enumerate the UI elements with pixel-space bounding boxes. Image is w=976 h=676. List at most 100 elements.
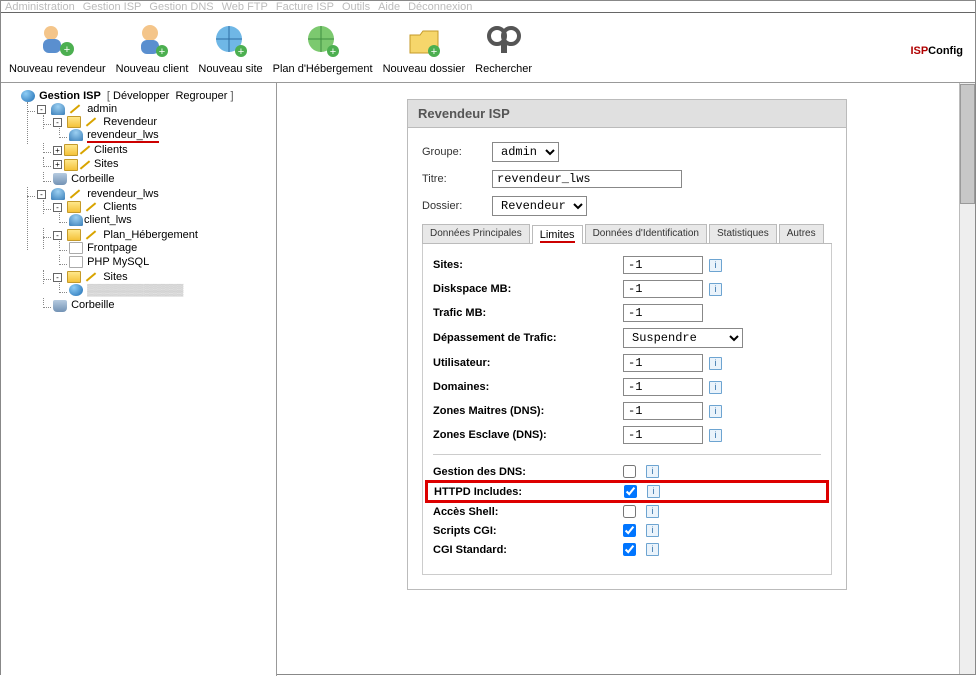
pencil-icon <box>86 118 96 127</box>
expander-icon[interactable]: - <box>53 203 62 212</box>
link-developper[interactable]: Développer <box>113 90 169 102</box>
expander-icon[interactable]: + <box>53 146 62 155</box>
diskspace-input[interactable] <box>623 280 703 298</box>
tool-plan-hebergement[interactable]: +Plan d'Hébergement <box>273 21 373 75</box>
toolbar: +Nouveau revendeur +Nouveau client +Nouv… <box>1 13 975 83</box>
utilisateur-input[interactable] <box>623 354 703 372</box>
titre-input[interactable] <box>492 170 682 188</box>
info-icon[interactable]: i <box>646 465 659 478</box>
httpd-label: HTTPD Includes: <box>434 486 624 498</box>
expander-icon[interactable]: - <box>53 273 62 282</box>
tool-nouveau-client[interactable]: +Nouveau client <box>116 21 189 75</box>
tool-rechercher[interactable]: Rechercher <box>475 21 532 75</box>
info-icon[interactable]: i <box>709 259 722 272</box>
zones-m-input[interactable] <box>623 402 703 420</box>
tree-clients-2[interactable]: Clients <box>103 201 137 213</box>
folder-icon <box>64 159 78 171</box>
tree-client-lws[interactable]: client_lws <box>84 214 132 226</box>
tree-revendeur-lws[interactable]: revendeur_lws <box>87 129 159 143</box>
titre-label: Titre: <box>422 173 492 185</box>
folder-icon <box>67 271 81 283</box>
expander-icon[interactable]: - <box>37 105 46 114</box>
tool-nouveau-revendeur[interactable]: +Nouveau revendeur <box>9 21 106 75</box>
page-icon <box>69 242 83 254</box>
httpd-highlight: HTTPD Includes: i <box>425 480 829 503</box>
group-icon <box>51 188 65 200</box>
info-icon[interactable]: i <box>647 485 660 498</box>
tree-site-item[interactable]: ▓▓▓▓▓▓▓▓▓▓▓▓ <box>87 284 183 296</box>
folder-icon <box>64 144 78 156</box>
groupe-label: Groupe: <box>422 146 492 158</box>
trafic-label: Trafic MB: <box>433 307 623 319</box>
shell-label: Accès Shell: <box>433 506 623 518</box>
tree-sites-2[interactable]: Sites <box>103 271 127 283</box>
info-icon[interactable]: i <box>709 357 722 370</box>
gestion-dns-check[interactable] <box>623 465 636 478</box>
domaines-input[interactable] <box>623 378 703 396</box>
zones-e-label: Zones Esclave (DNS): <box>433 429 623 441</box>
tool-nouveau-dossier[interactable]: +Nouveau dossier <box>383 21 466 75</box>
globe-icon <box>69 284 83 296</box>
trash-icon <box>53 173 67 185</box>
pencil-icon <box>80 160 90 169</box>
trafic-input[interactable] <box>623 304 703 322</box>
cgi-check[interactable] <box>623 524 636 537</box>
info-icon[interactable]: i <box>709 381 722 394</box>
info-icon[interactable]: i <box>709 283 722 296</box>
folder-icon <box>67 201 81 213</box>
tab-statistiques[interactable]: Statistiques <box>709 224 777 243</box>
expander-icon[interactable]: - <box>53 118 62 127</box>
tree-admin[interactable]: admin <box>87 103 117 115</box>
tree-corbeille[interactable]: Corbeille <box>71 173 114 185</box>
tree-revendeur[interactable]: Revendeur <box>103 116 157 128</box>
tree-revendeur-lws-2[interactable]: revendeur_lws <box>87 188 159 200</box>
pencil-icon <box>70 189 80 198</box>
link-regrouper[interactable]: Regrouper <box>175 90 227 102</box>
pencil-icon <box>86 230 96 239</box>
info-icon[interactable]: i <box>646 543 659 556</box>
tab-identification[interactable]: Données d'Identification <box>585 224 707 243</box>
tree-sites[interactable]: Sites <box>94 159 118 171</box>
gestion-dns-label: Gestion des DNS: <box>433 466 623 478</box>
dossier-select[interactable]: Revendeur <box>492 196 587 216</box>
panel-title: Revendeur ISP <box>408 100 846 128</box>
utilisateur-label: Utilisateur: <box>433 357 623 369</box>
info-icon[interactable]: i <box>709 429 722 442</box>
folder-icon <box>67 116 81 128</box>
sites-input[interactable] <box>623 256 703 274</box>
tree-corbeille-2[interactable]: Corbeille <box>71 300 114 312</box>
tab-autres[interactable]: Autres <box>779 224 824 243</box>
tabs: Données Principales Limites Données d'Id… <box>422 224 832 244</box>
brand-logo: ISPConfig <box>910 29 963 61</box>
limites-form: Sites:i Diskspace MB:i Trafic MB: Dépass… <box>422 244 832 575</box>
zones-m-label: Zones Maitres (DNS): <box>433 405 623 417</box>
pencil-icon <box>80 146 90 155</box>
cgi-std-check[interactable] <box>623 543 636 556</box>
shell-check[interactable] <box>623 505 636 518</box>
zones-e-input[interactable] <box>623 426 703 444</box>
groupe-select[interactable]: admin <box>492 142 559 162</box>
tree-php-mysql[interactable]: PHP MySQL <box>87 256 149 268</box>
cgi-std-label: CGI Standard: <box>433 544 623 556</box>
tab-donnees-principales[interactable]: Données Principales <box>422 224 530 243</box>
depassement-select[interactable]: Suspendre <box>623 328 743 348</box>
info-icon[interactable]: i <box>646 524 659 537</box>
scrollbar[interactable] <box>959 83 975 674</box>
expander-icon[interactable]: + <box>53 160 62 169</box>
tree-frontpage[interactable]: Frontpage <box>87 242 137 254</box>
expander-icon[interactable]: - <box>37 190 46 199</box>
content-area: Revendeur ISP Groupe:admin Titre: Dossie… <box>277 83 975 676</box>
svg-text:+: + <box>237 46 243 58</box>
info-icon[interactable]: i <box>709 405 722 418</box>
tree-root[interactable]: Gestion ISP <box>39 90 101 102</box>
pencil-icon <box>70 105 80 114</box>
info-icon[interactable]: i <box>646 505 659 518</box>
tree-clients[interactable]: Clients <box>94 144 128 156</box>
diskspace-label: Diskspace MB: <box>433 283 623 295</box>
expander-icon[interactable]: - <box>53 231 62 240</box>
tool-nouveau-site[interactable]: +Nouveau site <box>198 21 262 75</box>
tree-plan-heberg[interactable]: Plan_Hébergement <box>103 229 198 241</box>
cgi-label: Scripts CGI: <box>433 525 623 537</box>
tab-limites[interactable]: Limites <box>532 225 583 244</box>
httpd-check[interactable] <box>624 485 637 498</box>
